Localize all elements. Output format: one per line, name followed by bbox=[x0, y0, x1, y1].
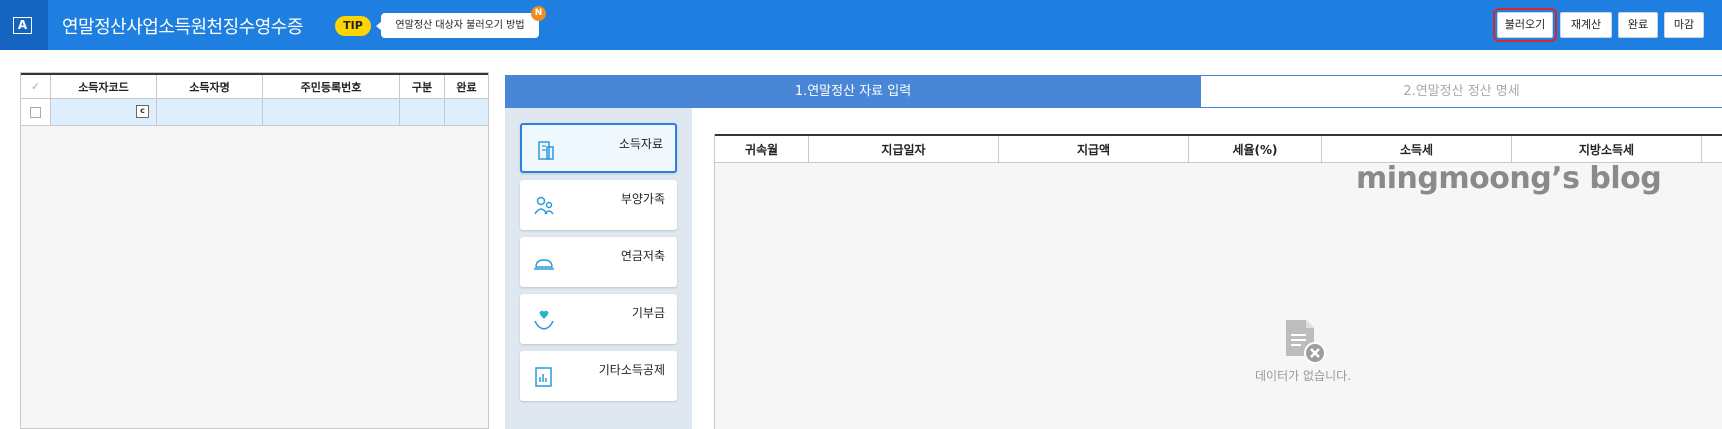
category-menu: 소득자료 부양가족 연금저축 기부금 기타소득공제 bbox=[505, 108, 692, 429]
done-cell[interactable] bbox=[445, 99, 488, 125]
document-building-icon bbox=[538, 141, 554, 160]
column-header-local-tax[interactable]: 지방소득세 bbox=[1512, 136, 1702, 162]
calendar-icon[interactable]: c bbox=[136, 105, 149, 118]
row-checkbox[interactable] bbox=[30, 106, 41, 118]
savings-icon bbox=[534, 259, 554, 270]
earner-grid: ✓ 소득자코드 소득자명 주민등록번호 구분 완료 c bbox=[20, 72, 489, 429]
complete-button[interactable]: 완료 bbox=[1618, 12, 1658, 38]
tab-settlement-detail[interactable]: 2.연말정산 정산 명세 bbox=[1201, 75, 1722, 108]
column-header-resident-no[interactable]: 주민등록번호 bbox=[263, 75, 400, 98]
menu-item-label: 기부금 bbox=[631, 306, 665, 320]
earner-grid-header: ✓ 소득자코드 소득자명 주민등록번호 구분 완료 bbox=[21, 73, 488, 99]
menu-item-donations[interactable]: 기부금 bbox=[520, 294, 677, 344]
tip-badge[interactable]: TIP bbox=[335, 16, 371, 36]
close-period-button[interactable]: 마감 bbox=[1664, 12, 1704, 38]
row-checkbox-cell[interactable] bbox=[21, 99, 51, 125]
new-badge: N bbox=[531, 6, 546, 21]
load-button[interactable]: 불러오기 bbox=[1493, 8, 1557, 42]
menu-item-label: 기타소득공제 bbox=[598, 363, 665, 377]
menu-item-label: 소득자료 bbox=[618, 137, 663, 151]
page-title: 연말정산사업소득원천징수영수증 bbox=[62, 17, 303, 38]
resident-no-cell[interactable] bbox=[263, 99, 400, 125]
deduction-chart-icon bbox=[535, 367, 552, 387]
app-header: A 연말정산사업소득원천징수영수증 TIP 연말정산 대상자 불러오기 방법 N… bbox=[0, 0, 1722, 50]
menu-item-pension-savings[interactable]: 연금저축 bbox=[520, 237, 677, 287]
tip-bubble[interactable]: 연말정산 대상자 불러오기 방법 bbox=[376, 13, 539, 38]
tab-data-input[interactable]: 1.연말정산 자료 입력 bbox=[505, 75, 1201, 108]
column-header-type[interactable]: 구분 bbox=[400, 75, 445, 98]
column-header-pay-date[interactable]: 지급일자 bbox=[809, 136, 999, 162]
menu-item-income-data[interactable]: 소득자료 bbox=[520, 123, 677, 173]
menu-item-label: 부양가족 bbox=[620, 192, 665, 206]
donation-heart-icon bbox=[534, 310, 554, 330]
column-header-code[interactable]: 소득자코드 bbox=[51, 75, 157, 98]
code-cell[interactable]: c bbox=[51, 99, 157, 125]
column-header-pay-amount[interactable]: 지급액 bbox=[999, 136, 1189, 162]
column-header-income-tax[interactable]: 소득세 bbox=[1322, 136, 1512, 162]
watermark: mingmoong’s blog bbox=[1356, 161, 1662, 196]
column-header-tax-rate[interactable]: 세율(%) bbox=[1189, 136, 1322, 162]
table-row[interactable]: c bbox=[21, 99, 488, 126]
no-data-document-icon bbox=[1286, 320, 1326, 364]
app-logo-icon: A bbox=[13, 17, 32, 34]
app-logo[interactable]: A bbox=[0, 0, 48, 50]
name-cell[interactable] bbox=[157, 99, 263, 125]
column-header-name[interactable]: 소득자명 bbox=[157, 75, 263, 98]
income-table-header: 귀속월 지급일자 지급액 세율(%) 소득세 지방소득세 bbox=[715, 134, 1722, 163]
select-all-checkbox[interactable]: ✓ bbox=[21, 75, 51, 98]
empty-message: 데이터가 없습니다. bbox=[1255, 369, 1351, 383]
column-header-done[interactable]: 완료 bbox=[445, 75, 488, 98]
menu-item-dependents[interactable]: 부양가족 bbox=[520, 180, 677, 230]
type-cell[interactable] bbox=[400, 99, 445, 125]
recalculate-button[interactable]: 재계산 bbox=[1560, 12, 1612, 38]
menu-item-other-deductions[interactable]: 기타소득공제 bbox=[520, 351, 677, 401]
family-icon bbox=[534, 196, 554, 215]
menu-item-label: 연금저축 bbox=[620, 249, 665, 263]
column-header-month[interactable]: 귀속월 bbox=[715, 136, 809, 162]
